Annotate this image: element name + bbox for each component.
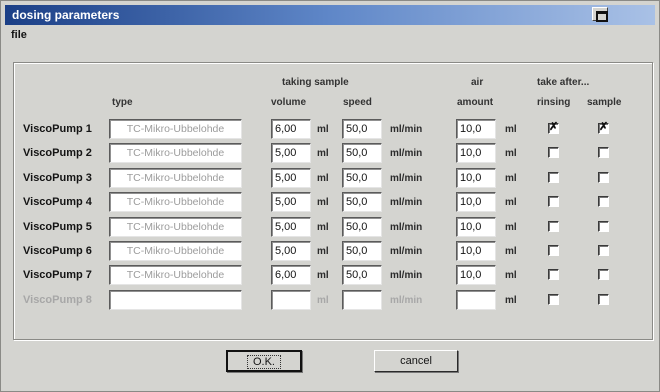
air-unit: ml xyxy=(505,124,517,135)
air-amount-input[interactable] xyxy=(456,290,496,310)
volume-unit: ml xyxy=(317,270,329,281)
pump-type-field[interactable]: TC-Mikro-Ubbelohde xyxy=(109,168,242,188)
volume-input[interactable]: 6,00 xyxy=(271,119,311,139)
rinsing-checkbox[interactable] xyxy=(548,221,559,232)
speed-unit: ml/min xyxy=(390,197,423,208)
speed-unit: ml/min xyxy=(390,124,423,135)
volume-unit: ml xyxy=(317,246,329,257)
pump-type-field[interactable]: TC-Mikro-Ubbelohde xyxy=(109,241,242,261)
sample-checkbox[interactable] xyxy=(598,245,609,256)
volume-input[interactable]: 6,00 xyxy=(271,265,311,285)
window-restore-icon[interactable] xyxy=(592,7,608,22)
rinsing-checkbox[interactable] xyxy=(548,294,559,305)
ok-button[interactable]: O.K. xyxy=(226,350,302,372)
pump-label: ViscoPump 5 xyxy=(23,221,92,233)
volume-unit: ml xyxy=(317,124,329,135)
window-title: dosing parameters xyxy=(12,8,120,22)
cancel-button-label: cancel xyxy=(400,355,432,367)
pump-type-field[interactable]: TC-Mikro-Ubbelohde xyxy=(109,192,242,212)
pump-label: ViscoPump 7 xyxy=(23,269,92,281)
speed-input[interactable]: 50,0 xyxy=(342,143,382,163)
air-unit: ml xyxy=(505,197,517,208)
speed-input[interactable]: 50,0 xyxy=(342,192,382,212)
menu-bar: file xyxy=(11,29,27,45)
volume-input[interactable]: 5,00 xyxy=(271,192,311,212)
sample-checkbox[interactable] xyxy=(598,221,609,232)
air-header: air xyxy=(471,77,484,88)
take-after-header: take after... xyxy=(537,77,590,88)
sample-checkbox[interactable] xyxy=(598,196,609,207)
amount-header: amount xyxy=(457,97,494,108)
rinsing-checkbox[interactable] xyxy=(548,120,559,134)
pump-type-field[interactable]: TC-Mikro-Ubbelohde xyxy=(109,143,242,163)
air-unit: ml xyxy=(505,148,517,159)
air-unit: ml xyxy=(505,270,517,281)
air-unit: ml xyxy=(505,246,517,257)
pump-label: ViscoPump 1 xyxy=(23,123,92,135)
speed-unit: ml/min xyxy=(390,246,423,257)
air-amount-input[interactable]: 10,0 xyxy=(456,241,496,261)
speed-unit: ml/min xyxy=(390,173,423,184)
rinsing-checkbox[interactable] xyxy=(548,245,559,256)
cancel-button[interactable]: cancel xyxy=(374,350,458,372)
title-bar[interactable]: dosing parameters xyxy=(5,5,655,25)
pump-type-field[interactable]: TC-Mikro-Ubbelohde xyxy=(109,119,242,139)
pump-label: ViscoPump 6 xyxy=(23,245,92,257)
speed-input[interactable]: 50,0 xyxy=(342,119,382,139)
type-header: type xyxy=(112,97,133,108)
volume-input[interactable]: 5,00 xyxy=(271,241,311,261)
rinsing-checkbox[interactable] xyxy=(548,196,559,207)
sample-checkbox[interactable] xyxy=(598,147,609,158)
sample-checkbox[interactable] xyxy=(598,269,609,280)
air-amount-input[interactable]: 10,0 xyxy=(456,143,496,163)
rinsing-header: rinsing xyxy=(537,97,571,108)
air-amount-input[interactable]: 10,0 xyxy=(456,265,496,285)
volume-unit: ml xyxy=(317,173,329,184)
dosing-parameters-window: dosing parameters file taking sample air… xyxy=(0,0,660,392)
speed-unit: ml/min xyxy=(390,295,423,306)
speed-input[interactable]: 50,0 xyxy=(342,168,382,188)
speed-unit: ml/min xyxy=(390,270,423,281)
sample-checkbox[interactable] xyxy=(598,120,609,134)
air-unit: ml xyxy=(505,295,517,306)
volume-input[interactable]: 5,00 xyxy=(271,168,311,188)
volume-unit: ml xyxy=(317,197,329,208)
sample-header: sample xyxy=(587,97,622,108)
volume-unit: ml xyxy=(317,148,329,159)
speed-input[interactable]: 50,0 xyxy=(342,241,382,261)
speed-unit: ml/min xyxy=(390,148,423,159)
volume-input[interactable]: 5,00 xyxy=(271,143,311,163)
pump-label: ViscoPump 2 xyxy=(23,147,92,159)
volume-input[interactable]: 5,00 xyxy=(271,217,311,237)
volume-header: volume xyxy=(271,97,307,108)
air-amount-input[interactable]: 10,0 xyxy=(456,217,496,237)
air-amount-input[interactable]: 10,0 xyxy=(456,119,496,139)
speed-input[interactable]: 50,0 xyxy=(342,265,382,285)
air-amount-input[interactable]: 10,0 xyxy=(456,168,496,188)
pump-label: ViscoPump 8 xyxy=(23,294,92,306)
volume-unit: ml xyxy=(317,295,329,306)
volume-unit: ml xyxy=(317,222,329,233)
air-unit: ml xyxy=(505,222,517,233)
sample-checkbox[interactable] xyxy=(598,172,609,183)
air-amount-input[interactable]: 10,0 xyxy=(456,192,496,212)
ok-button-label: O.K. xyxy=(246,355,281,369)
volume-input[interactable] xyxy=(271,290,311,310)
rinsing-checkbox[interactable] xyxy=(548,147,559,158)
pump-label: ViscoPump 4 xyxy=(23,196,92,208)
speed-unit: ml/min xyxy=(390,222,423,233)
speed-input[interactable] xyxy=(342,290,382,310)
pump-type-field[interactable]: TC-Mikro-Ubbelohde xyxy=(109,265,242,285)
speed-input[interactable]: 50,0 xyxy=(342,217,382,237)
pump-label: ViscoPump 3 xyxy=(23,172,92,184)
rinsing-checkbox[interactable] xyxy=(548,172,559,183)
rinsing-checkbox[interactable] xyxy=(548,269,559,280)
menu-file[interactable]: file xyxy=(11,29,27,41)
air-unit: ml xyxy=(505,173,517,184)
sample-checkbox[interactable] xyxy=(598,294,609,305)
speed-header: speed xyxy=(343,97,372,108)
pump-type-field[interactable]: TC-Mikro-Ubbelohde xyxy=(109,217,242,237)
pump-type-field[interactable] xyxy=(109,290,242,310)
taking-sample-header: taking sample xyxy=(282,77,349,88)
